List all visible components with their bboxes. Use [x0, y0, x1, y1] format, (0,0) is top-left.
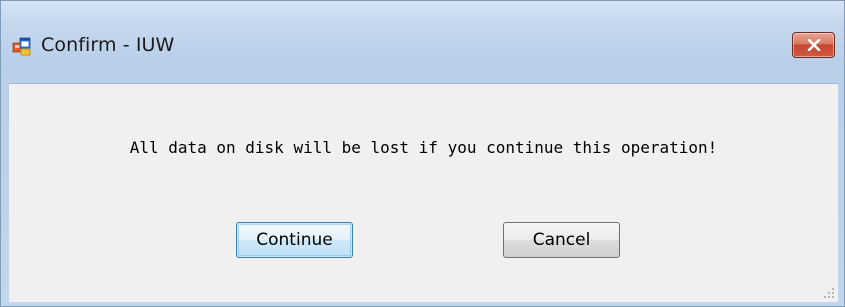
cancel-button[interactable]: Cancel — [503, 222, 620, 258]
warning-message: All data on disk will be lost if you con… — [129, 138, 718, 157]
dialog-content: All data on disk will be lost if you con… — [9, 83, 838, 302]
close-button[interactable] — [792, 32, 835, 58]
resize-grip-icon[interactable] — [823, 287, 835, 299]
application-icon — [12, 37, 32, 57]
title-bar[interactable]: Confirm - IUW — [1, 1, 845, 83]
continue-button[interactable]: Continue — [236, 222, 353, 258]
window-title: Confirm - IUW — [41, 34, 175, 56]
confirm-dialog-window: Confirm - IUW All data on disk will be l… — [0, 0, 845, 307]
close-icon — [807, 39, 821, 51]
